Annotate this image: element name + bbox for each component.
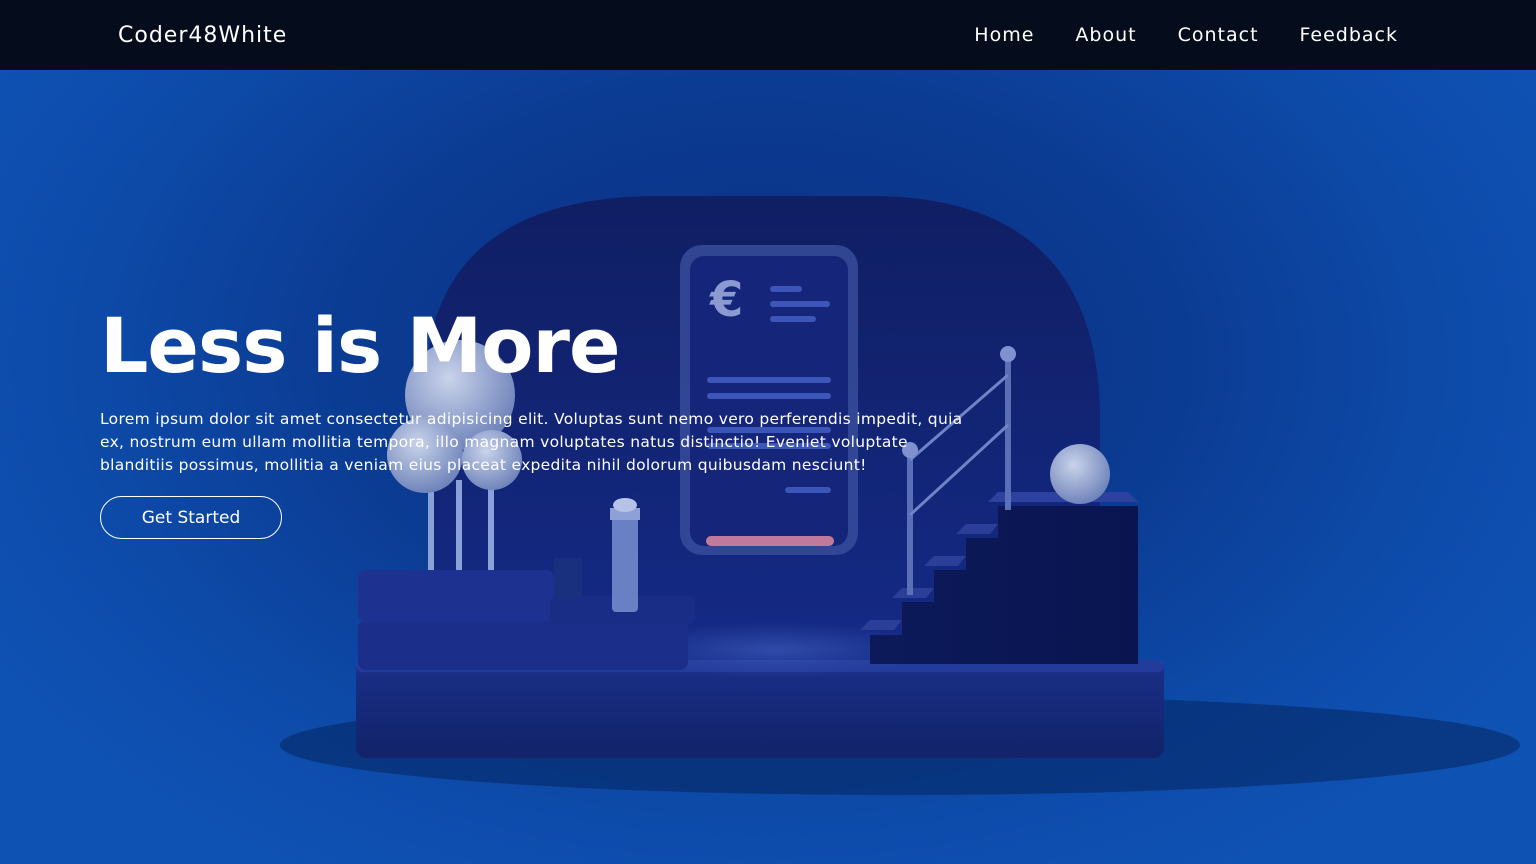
nav-link-home[interactable]: Home — [974, 24, 1034, 46]
nav-link-about[interactable]: About — [1075, 24, 1136, 46]
left-platform-upper — [358, 570, 554, 622]
nav-menu: Home About Contact Feedback — [974, 24, 1398, 46]
left-platform-lower — [358, 620, 688, 670]
brand-logo[interactable]: Coder48White — [118, 23, 287, 48]
landing-page: € Coder48White Home About Contact Feedba… — [0, 0, 1536, 864]
get-started-button[interactable]: Get Started — [100, 496, 282, 539]
nav-link-contact[interactable]: Contact — [1178, 24, 1259, 46]
sphere-icon — [1050, 444, 1110, 504]
hero-section: Less is More Lorem ipsum dolor sit amet … — [100, 300, 980, 539]
hero-description: Lorem ipsum dolor sit amet consectetur a… — [100, 410, 963, 474]
nav-link-feedback[interactable]: Feedback — [1300, 24, 1398, 46]
navbar: Coder48White Home About Contact Feedback — [0, 0, 1536, 70]
hero-title: Less is More — [100, 301, 621, 390]
